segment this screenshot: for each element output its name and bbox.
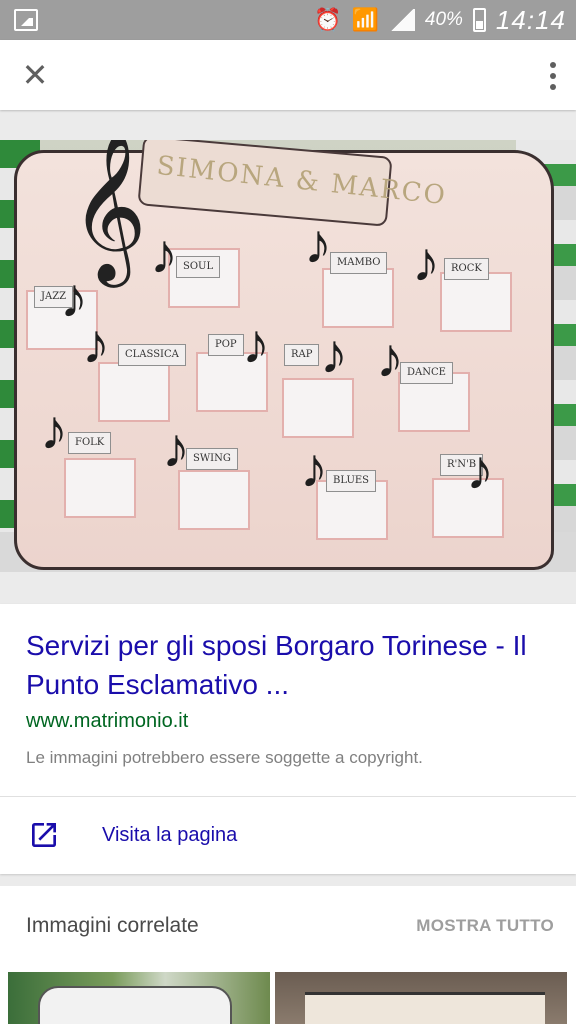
image-notification-icon bbox=[14, 9, 38, 31]
music-note-icon: ♪ bbox=[40, 398, 68, 461]
table-tag: POP bbox=[208, 334, 244, 356]
music-note-icon: ♪ bbox=[412, 230, 440, 293]
visit-page-button[interactable]: Visita la pagina bbox=[0, 797, 576, 874]
result-url[interactable]: www.matrimonio.it bbox=[26, 710, 188, 733]
more-vert-icon-dot bbox=[550, 84, 556, 90]
table-tag: CLASSICA bbox=[118, 344, 186, 366]
open-in-new-icon bbox=[32, 823, 56, 847]
more-vert-icon-dot bbox=[550, 62, 556, 68]
more-options-button[interactable] bbox=[548, 56, 558, 96]
status-icons: ⏰ 📶 40% 14:14 bbox=[314, 4, 566, 35]
music-note-icon: ♪ bbox=[376, 326, 404, 389]
copyright-note: Le immagini potrebbero essere soggette a… bbox=[26, 748, 423, 767]
app-bar: ✕ bbox=[0, 40, 576, 110]
music-note-icon: ♪ bbox=[242, 312, 270, 375]
treble-clef-icon: 𝄞 bbox=[70, 140, 147, 278]
table-tag: ROCK bbox=[444, 258, 489, 280]
table-tag: BLUES bbox=[326, 470, 377, 492]
clock: 14:14 bbox=[495, 4, 566, 35]
battery-percent: 40% bbox=[424, 9, 463, 30]
table-card bbox=[282, 378, 354, 438]
table-card bbox=[322, 268, 394, 328]
music-note-icon: ♪ bbox=[466, 438, 494, 501]
table-tag: MAMBO bbox=[330, 252, 388, 274]
related-image-thumbnail[interactable] bbox=[275, 972, 567, 1024]
music-note-icon: ♪ bbox=[300, 436, 328, 499]
related-images-section: Immagini correlate MOSTRA TUTTO bbox=[0, 886, 576, 1024]
close-button[interactable]: ✕ bbox=[14, 54, 56, 96]
music-note-icon: ♪ bbox=[82, 312, 110, 375]
music-note-icon: ♪ bbox=[304, 212, 332, 275]
table-tag: DANCE bbox=[400, 362, 453, 384]
visit-page-label: Visita la pagina bbox=[102, 824, 238, 846]
table-tag: FOLK bbox=[68, 432, 112, 454]
table-card bbox=[64, 458, 136, 518]
table-tag: SWING bbox=[186, 448, 238, 470]
music-note-icon: ♪ bbox=[320, 322, 348, 385]
more-vert-icon-dot bbox=[550, 73, 556, 79]
show-all-button[interactable]: MOSTRA TUTTO bbox=[416, 916, 554, 936]
related-title: Immagini correlate bbox=[26, 914, 199, 937]
result-card: Servizi per gli sposi Borgaro Torinese -… bbox=[0, 604, 576, 874]
wifi-icon: 📶 bbox=[351, 7, 379, 32]
related-image-thumbnail[interactable] bbox=[8, 972, 270, 1024]
music-note-icon: ♪ bbox=[150, 222, 178, 285]
battery-icon bbox=[472, 8, 486, 32]
result-title[interactable]: Servizi per gli sposi Borgaro Torinese -… bbox=[26, 626, 546, 704]
table-tag: RAP bbox=[284, 344, 320, 366]
music-note-icon: ♪ bbox=[162, 416, 190, 479]
table-card bbox=[440, 272, 512, 332]
result-image[interactable]: SIMONA & MARCO 𝄞 JAZZ SOUL MAMBO ROCK CL… bbox=[0, 140, 576, 572]
table-card bbox=[178, 470, 250, 530]
table-tag: SOUL bbox=[176, 256, 221, 278]
alarm-icon: ⏰ bbox=[314, 7, 342, 32]
status-bar: ⏰ 📶 40% 14:14 bbox=[0, 0, 576, 40]
signal-icon bbox=[388, 9, 415, 31]
close-icon: ✕ bbox=[21, 57, 49, 93]
